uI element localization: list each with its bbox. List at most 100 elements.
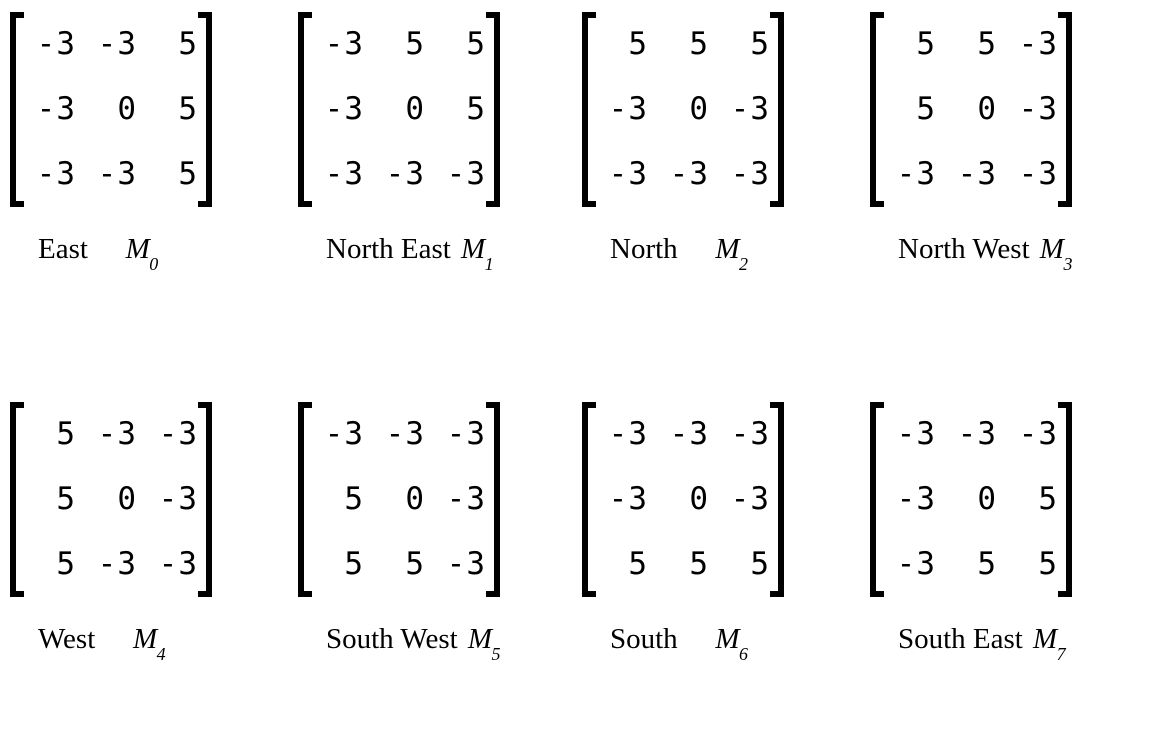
matrix-row: 5 5 5: [596, 532, 770, 597]
left-bracket-icon: [298, 402, 312, 597]
mask-caption-7: South East M7: [870, 623, 1066, 664]
mask-cell-6: -3 -3 -3 -3 0 -3 5 5 5 South M6: [576, 390, 864, 663]
matrix-cell: 5: [405, 26, 425, 62]
mask-caption-5: South West M5: [298, 623, 501, 664]
matrix-row: -3 5 5: [312, 12, 486, 77]
matrix-cell: -3: [97, 546, 137, 582]
right-bracket-icon: [486, 12, 500, 207]
matrix-row: -3 -3 -3: [596, 142, 770, 207]
matrix-table: -3 -3 5 -3 0 5 -3 -3 5: [24, 12, 198, 207]
matrix-row: -3 0 5: [24, 77, 198, 142]
matrix-cell: 5: [344, 481, 364, 517]
mask-symbol-subscript: 0: [149, 254, 159, 275]
mask-symbol: M0: [125, 233, 159, 274]
matrix-row: 5 5 5: [596, 12, 770, 77]
matrix-cell: -3: [730, 416, 770, 452]
direction-label: East: [38, 233, 88, 265]
mask-symbol-letter: M: [467, 623, 492, 655]
matrix-cell: -3: [446, 156, 486, 192]
matrix-cell: 5: [750, 26, 770, 62]
matrix-cell: -3: [608, 416, 648, 452]
matrix-cell: -3: [730, 481, 770, 517]
mask-caption-1: North East M1: [298, 233, 494, 274]
mask-cell-5: -3 -3 -3 5 0 -3 5 5 -3 South West M5: [288, 390, 576, 664]
matrix-cell: -3: [36, 156, 76, 192]
left-bracket-icon: [582, 402, 596, 597]
mask-symbol-subscript: 2: [739, 254, 748, 275]
matrix-cell: -3: [385, 156, 425, 192]
mask-caption-0: East M0: [10, 233, 159, 274]
matrix-cell: -3: [1018, 156, 1058, 192]
matrix-cell: -3: [896, 416, 936, 452]
matrix-cell: 5: [56, 481, 76, 517]
mask-symbol: M4: [132, 623, 166, 664]
matrix-cell: 5: [56, 546, 76, 582]
matrix-7: -3 -3 -3 -3 0 5 -3 5 5: [870, 402, 1072, 597]
mask-symbol-letter: M: [125, 233, 150, 265]
matrix-row: -3 5 5: [884, 532, 1058, 597]
matrix-cell: 5: [628, 26, 648, 62]
matrix-table: 5 5 5 -3 0 -3 -3 -3 -3: [596, 12, 770, 207]
matrix-cell: -3: [385, 416, 425, 452]
matrix-cell: -3: [669, 416, 709, 452]
mask-symbol-subscript: 3: [1063, 254, 1073, 275]
right-bracket-icon: [486, 402, 500, 597]
matrix-row: -3 0 5: [312, 77, 486, 142]
mask-symbol-letter: M: [1033, 623, 1058, 655]
matrix-cell: -3: [97, 26, 137, 62]
direction-label: West: [38, 623, 96, 655]
matrix-row: 5 0 -3: [24, 467, 198, 532]
matrix-cell: -3: [324, 156, 364, 192]
left-bracket-icon: [298, 12, 312, 207]
right-bracket-icon: [198, 12, 212, 207]
matrix-row: 5 5 -3: [884, 12, 1058, 77]
mask-symbol-letter: M: [715, 623, 740, 655]
matrix-row: -3 -3 5: [24, 12, 198, 77]
mask-row: -3 -3 5 -3 0 5 -3 -3 5 East M0 -3 5 5 -3 0 5 -3 -3 -3 North …: [0, 0, 1155, 390]
matrix-cell: 5: [977, 546, 997, 582]
right-bracket-icon: [770, 12, 784, 207]
matrix-cell: 0: [689, 481, 709, 517]
matrix-cell: 5: [178, 156, 198, 192]
mask-caption-2: North M2: [582, 235, 749, 274]
direction-label: South West: [326, 623, 458, 655]
mask-symbol-letter: M: [132, 623, 158, 655]
right-bracket-icon: [198, 402, 212, 597]
matrix-cell: 5: [1038, 546, 1058, 582]
matrix-cell: 0: [117, 91, 137, 127]
right-bracket-icon: [1058, 12, 1072, 207]
matrix-4: 5 -3 -3 5 0 -3 5 -3 -3: [10, 402, 212, 597]
matrix-row: -3 0 -3: [596, 77, 770, 142]
matrix-cell: -3: [446, 416, 486, 452]
mask-grid: -3 -3 5 -3 0 5 -3 -3 5 East M0 -3 5 5 -3 0 5 -3 -3 -3 North …: [0, 0, 1155, 731]
matrix-cell: -3: [896, 546, 936, 582]
matrix-table: -3 5 5 -3 0 5 -3 -3 -3: [312, 12, 486, 207]
mask-symbol: M3: [1040, 235, 1073, 274]
matrix-cell: 5: [466, 26, 486, 62]
matrix-cell: -3: [324, 91, 364, 127]
matrix-row: -3 -3 5: [24, 142, 198, 207]
direction-label: North East: [326, 233, 451, 265]
left-bracket-icon: [10, 402, 24, 597]
matrix-cell: 5: [916, 26, 936, 62]
mask-cell-4: 5 -3 -3 5 0 -3 5 -3 -3 West M4: [0, 390, 288, 664]
mask-cell-2: 5 5 5 -3 0 -3 -3 -3 -3 North M2: [576, 0, 864, 274]
matrix-6: -3 -3 -3 -3 0 -3 5 5 5: [582, 402, 784, 597]
matrix-cell: -3: [1018, 416, 1058, 452]
matrix-1: -3 5 5 -3 0 5 -3 -3 -3: [298, 12, 500, 207]
matrix-row: -3 -3 -3: [596, 402, 770, 467]
matrix-cell: 0: [689, 91, 709, 127]
matrix-row: 5 -3 -3: [24, 532, 198, 597]
mask-caption-4: West M4: [10, 623, 166, 664]
matrix-cell: 5: [977, 26, 997, 62]
matrix-row: -3 0 -3: [596, 467, 770, 532]
matrix-0: -3 -3 5 -3 0 5 -3 -3 5: [10, 12, 212, 207]
matrix-cell: 5: [689, 26, 709, 62]
matrix-cell: -3: [669, 156, 709, 192]
matrix-cell: 5: [405, 546, 425, 582]
mask-cell-1: -3 5 5 -3 0 5 -3 -3 -3 North East M1: [288, 0, 576, 274]
matrix-cell: -3: [36, 26, 76, 62]
matrix-cell: 0: [977, 481, 997, 517]
mask-symbol-letter: M: [460, 233, 486, 265]
matrix-row: 5 -3 -3: [24, 402, 198, 467]
